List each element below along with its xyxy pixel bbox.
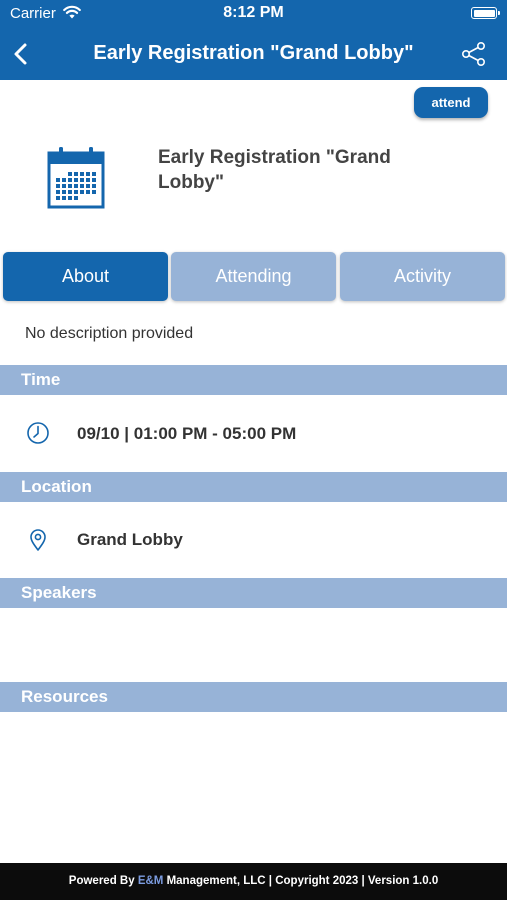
event-description: No description provided — [25, 325, 194, 342]
footer-brand[interactable]: E&M — [138, 875, 164, 887]
tab-attending[interactable]: Attending — [171, 252, 336, 301]
status-bar: Carrier 8:12 PM — [0, 0, 507, 28]
clock-icon — [27, 422, 49, 444]
section-header-speakers: Speakers — [0, 578, 507, 608]
event-time: 09/10 | 01:00 PM - 05:00 PM — [77, 424, 297, 443]
section-header-resources: Resources — [0, 682, 507, 712]
tab-bar: About Attending Activity — [3, 252, 505, 302]
chevron-left-icon[interactable] — [10, 40, 34, 68]
event-location: Grand Lobby — [77, 530, 183, 549]
map-pin-icon — [30, 529, 46, 551]
event-title: Early Registration "Grand Lobby" — [158, 147, 391, 193]
section-header-time: Time — [0, 365, 507, 395]
share-icon[interactable] — [461, 41, 487, 67]
clock-time: 8:12 PM — [223, 4, 284, 21]
tab-about[interactable]: About — [3, 252, 168, 301]
footer: Powered By E&M Management, LLC | Copyrig… — [0, 863, 507, 900]
attend-button[interactable]: attend — [414, 87, 488, 118]
footer-copyright: Management, LLC | Copyright 2023 | Versi… — [163, 875, 439, 887]
tab-activity[interactable]: Activity — [340, 252, 505, 301]
battery-icon — [471, 7, 500, 19]
calendar-icon — [47, 147, 105, 209]
nav-title: Early Registration "Grand Lobby" — [93, 42, 414, 64]
section-header-location: Location — [0, 472, 507, 502]
nav-bar: Early Registration "Grand Lobby" — [0, 28, 507, 80]
footer-prefix: Powered By — [68, 875, 138, 887]
